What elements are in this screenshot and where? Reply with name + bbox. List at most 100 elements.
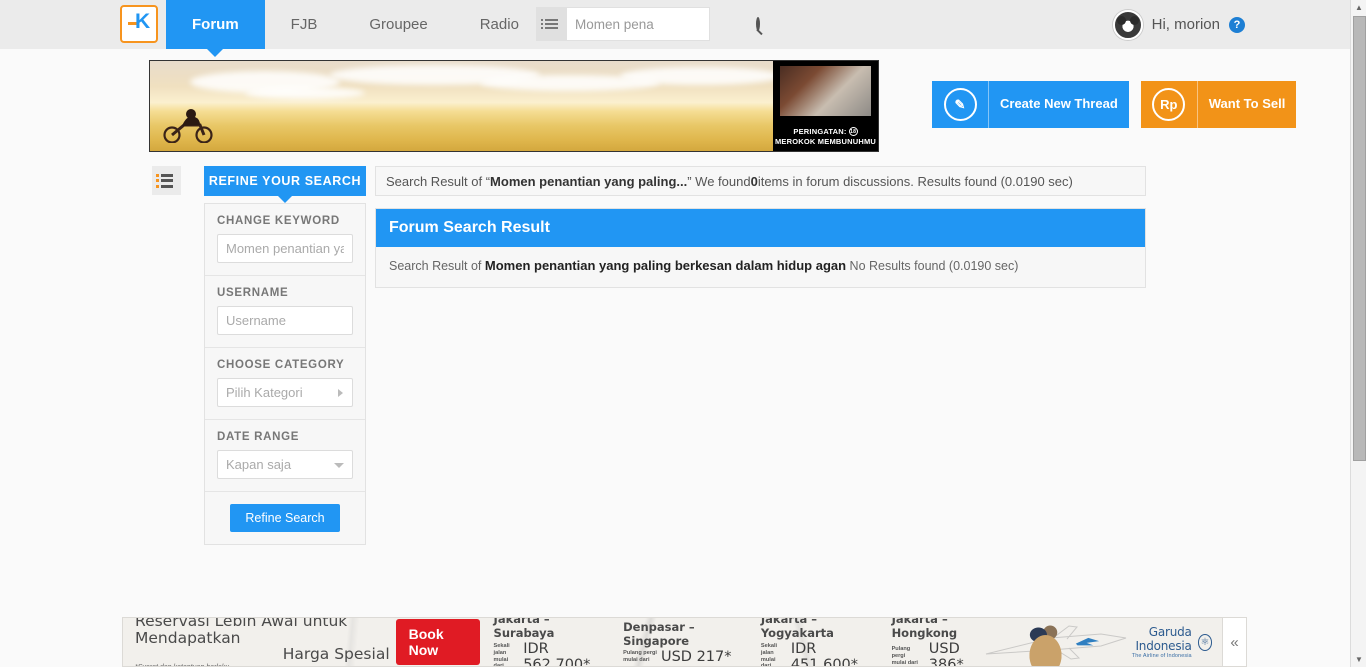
ad-route-0: Jakarta – Surabaya Sekali jalan mulai dar… <box>493 617 606 667</box>
nav-item-fjb[interactable]: FJB <box>265 0 344 49</box>
nav-search-group <box>536 7 760 41</box>
result-suffix: items in forum discussions. Results foun… <box>757 173 1073 189</box>
garuda-brand-name: Garuda Indonesia <box>1135 625 1192 653</box>
page-scrollbar[interactable]: ▲ ▼ <box>1350 0 1366 667</box>
date-range-label: DATE RANGE <box>217 431 300 443</box>
result-count: 0 <box>750 173 758 189</box>
choose-category-select[interactable]: Pilih Kategori <box>217 378 353 407</box>
banner-image <box>150 61 780 151</box>
change-keyword-label: CHANGE KEYWORD <box>217 215 340 227</box>
ad-route-1-sub: Pulang pergi mulai dari <box>623 649 657 663</box>
nav-item-groupee[interactable]: Groupee <box>343 0 453 49</box>
nav-item-groupee-label: Groupee <box>369 16 428 33</box>
ad-headline: Reservasi Lebih Awal untuk Mendapatkan H… <box>123 617 396 666</box>
nav-items: Forum FJB Groupee Radio <box>166 0 545 57</box>
warning-label: PERINGATAN: <box>793 126 847 136</box>
refine-your-search-tab[interactable]: REFINE YOUR SEARCH <box>204 166 366 203</box>
result-body-query: Momen penantian yang paling berkesan dal… <box>484 258 847 273</box>
rupiah-icon: Rp <box>1140 81 1197 128</box>
forum-search-result-panel: Forum Search Result Search Result of Mom… <box>375 208 1146 288</box>
ad-route-3: Jakarta – Hongkong Pulang pergi mulai dar… <box>891 617 998 667</box>
warning-text: PERINGATAN: 18 MEROKOK MEMBUNUHMU <box>775 127 876 147</box>
warning-body: MEROKOK MEMBUNUHMU <box>774 136 877 146</box>
avatar[interactable] <box>1112 9 1143 40</box>
ad-route-2-name: Jakarta – Yogyakarta <box>760 617 834 640</box>
want-to-sell-button[interactable]: Rp Want To Sell <box>1140 81 1297 128</box>
book-now-button[interactable]: Book Now <box>395 619 480 665</box>
ad-route-1-price: USD 217* <box>660 648 732 665</box>
search-input[interactable] <box>575 16 752 32</box>
logo-k-glyph: K <box>128 11 150 34</box>
result-query: Momen penantian yang paling... <box>490 173 688 189</box>
chevron-down-icon <box>334 462 344 468</box>
ad-route-3-name: Jakarta – Hongkong <box>891 617 958 640</box>
top-banner-ad[interactable]: PERINGATAN: 18 MEROKOK MEMBUNUHMU <box>149 60 879 152</box>
ad-collapse-button[interactable]: « <box>1222 618 1246 666</box>
ad-route-3-price: USD 386* <box>928 640 964 667</box>
chevron-right-icon <box>338 388 343 397</box>
age-badge-icon: 18 <box>848 127 858 137</box>
garuda-text: Garuda Indonesia The Airline of Indonesi… <box>1106 625 1192 659</box>
garuda-tagline: The Airline of Indonesia <box>1131 653 1192 659</box>
help-icon[interactable]: ? <box>1229 16 1245 33</box>
ad-route-1-name: Denpasar – Singapore <box>623 619 695 648</box>
forum-search-result-title: Forum Search Result <box>376 209 1145 247</box>
nav-search-box[interactable] <box>567 7 760 41</box>
refine-search-button[interactable]: Refine Search <box>230 504 340 532</box>
scroll-down-arrow-icon[interactable]: ▼ <box>1351 652 1366 667</box>
result-body-suffix: No Results found (0.0190 sec) <box>846 259 1019 273</box>
ad-headline-line1: Reservasi Lebih Awal untuk Mendapatkan <box>135 617 348 647</box>
garuda-indonesia-logo: Garuda Indonesia The Airline of Indonesi… <box>1075 625 1213 659</box>
nav-item-fjb-label: FJB <box>290 16 318 33</box>
change-keyword-input[interactable] <box>217 234 353 263</box>
refine-section-username: USERNAME <box>205 276 365 348</box>
ad-route-2: Jakarta – Yogyakarta Sekali jalan mulai d… <box>760 617 874 667</box>
garuda-bird-icon <box>1076 637 1100 646</box>
date-range-select[interactable]: Kapan saja <box>217 450 353 479</box>
smoking-warning-panel: PERINGATAN: 18 MEROKOK MEMBUNUHMU <box>773 61 878 151</box>
want-to-sell-label: Want To Sell <box>1196 81 1297 128</box>
offering-basket-image <box>1015 618 1076 666</box>
search-icon[interactable] <box>756 17 760 31</box>
warning-photo <box>780 66 871 116</box>
ad-route-0-price: IDR 562,700* <box>523 640 591 667</box>
action-buttons: ✎ Create New Thread Rp Want To Sell <box>932 81 1297 128</box>
nav-item-radio[interactable]: Radio <box>454 0 545 49</box>
top-navigation-bar: K Forum FJB Groupee Radio Hi, morion ? <box>0 0 1350 57</box>
choose-category-label: CHOOSE CATEGORY <box>217 359 345 371</box>
ad-route-1: Denpasar – Singapore Pulang pergi mulai d… <box>623 620 743 665</box>
scroll-up-arrow-icon[interactable]: ▲ <box>1351 0 1366 15</box>
refine-section-choose-category: CHOOSE CATEGORY Pilih Kategori <box>205 348 365 420</box>
refine-submit-wrap: Refine Search <box>205 492 365 544</box>
refine-section-change-keyword: CHANGE KEYWORD <box>205 204 365 276</box>
ad-route-2-sub: Sekali jalan mulai dari <box>760 642 778 667</box>
search-result-summary-bar: Search Result of “Momen penantian yang p… <box>375 166 1146 196</box>
result-middle: ” We found <box>687 173 751 189</box>
nav-item-forum-label: Forum <box>192 16 239 33</box>
scrollbar-thumb[interactable] <box>1353 16 1366 461</box>
refine-section-date-range: DATE RANGE Kapan saja <box>205 420 365 492</box>
create-new-thread-label: Create New Thread <box>988 81 1129 128</box>
list-icon[interactable] <box>536 7 567 41</box>
nav-item-forum[interactable]: Forum <box>166 0 265 57</box>
ad-route-2-price: IDR 451,600* <box>790 640 859 667</box>
result-prefix: Search Result of “ <box>386 173 491 189</box>
date-range-value: Kapan saja <box>226 457 292 472</box>
nav-item-radio-label: Radio <box>479 16 519 33</box>
kaskus-logo[interactable]: K <box>120 5 158 43</box>
garuda-emblem-icon: ⚛ <box>1197 633 1213 651</box>
refine-search-panel: CHANGE KEYWORD USERNAME CHOOSE CATEGORY … <box>204 203 366 545</box>
ad-route-0-name: Jakarta – Surabaya <box>493 617 555 640</box>
ad-route-0-sub: Sekali jalan mulai dari <box>493 642 510 667</box>
choose-category-value: Pilih Kategori <box>226 385 303 400</box>
username-input[interactable] <box>217 306 353 335</box>
user-greeting: Hi, morion <box>1151 16 1220 33</box>
user-menu[interactable]: Hi, morion ? <box>1112 0 1245 49</box>
sidebar-toggle-icon[interactable] <box>152 166 181 195</box>
create-new-thread-button[interactable]: ✎ Create New Thread <box>932 81 1129 128</box>
refine-tab-label: REFINE YOUR SEARCH <box>208 174 362 188</box>
ad-route-3-sub: Pulang pergi mulai dari <box>891 646 918 666</box>
forum-search-result-body: Search Result of Momen penantian yang pa… <box>376 247 1145 287</box>
username-label: USERNAME <box>217 287 289 299</box>
bottom-banner-ad[interactable]: Reservasi Lebih Awal untuk Mendapatkan H… <box>122 617 1247 667</box>
